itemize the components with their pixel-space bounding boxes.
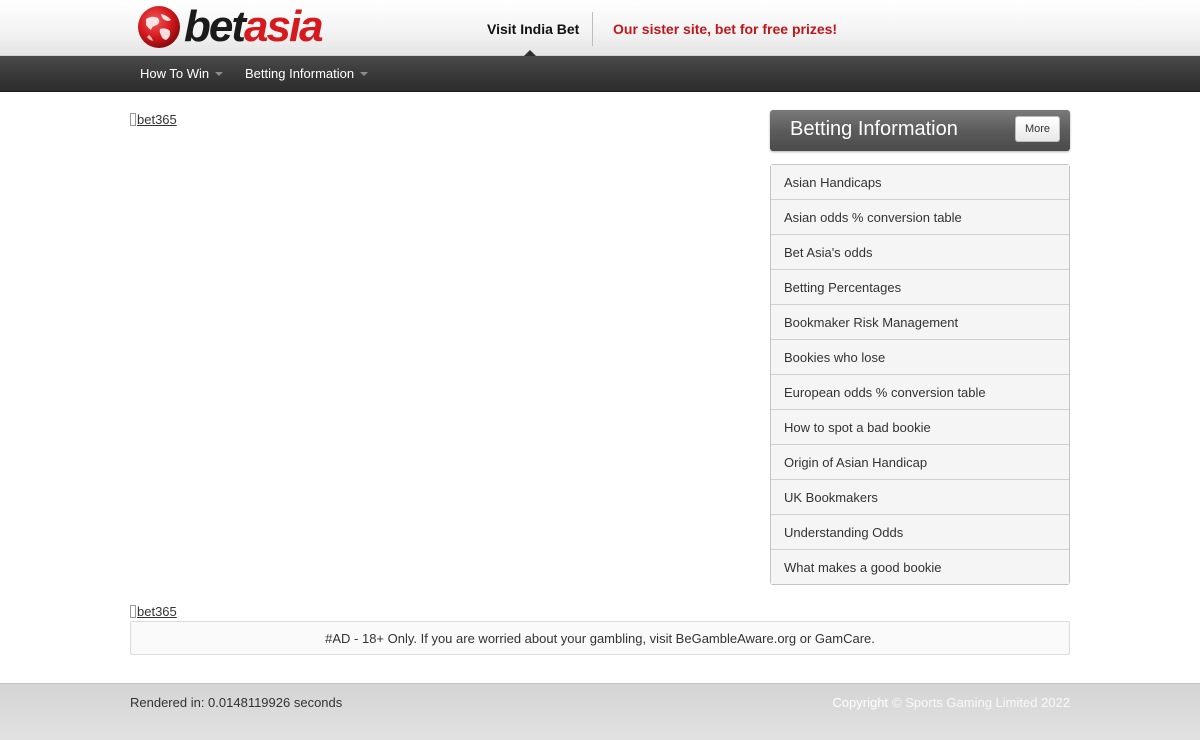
site-logo[interactable]: betasia — [137, 2, 324, 51]
site-header: betasia Visit India Bet Our sister site,… — [0, 0, 1200, 56]
ad-disclaimer-text: #AD - 18+ Only. If you are worried about… — [325, 630, 875, 646]
sidebar-item-uk-bookmakers[interactable]: UK Bookmakers — [771, 479, 1069, 514]
sidebar-item-understanding-odds[interactable]: Understanding Odds — [771, 514, 1069, 549]
nav-item-label: How To Win — [140, 66, 210, 81]
sidebar-item-asian-handicaps[interactable]: Asian Handicaps — [771, 165, 1069, 199]
sidebar-item-good-bookie[interactable]: What makes a good bookie — [771, 549, 1069, 584]
visit-india-bet-link[interactable]: Visit India Bet — [487, 21, 579, 37]
copyright-word: Copyright — [832, 695, 889, 710]
site-footer: Rendered in: 0.0148119926 seconds Copyri… — [0, 683, 1200, 740]
sidebar-list: Asian Handicaps Asian odds % conversion … — [770, 164, 1070, 585]
nav-item-betting-information[interactable]: Betting Information — [245, 66, 369, 81]
globe-logo-icon — [138, 6, 180, 48]
nav-item-how-to-win[interactable]: How To Win — [140, 66, 224, 81]
logo-asia: asia — [244, 2, 324, 51]
broken-image-icon — [130, 113, 136, 126]
sidebar-item-bookies-who-lose[interactable]: Bookies who lose — [771, 339, 1069, 374]
bet365-banner-top[interactable]: bet365 — [130, 112, 177, 127]
bet365-banner-bottom[interactable]: bet365 — [130, 604, 177, 619]
sidebar-item-betting-percentages[interactable]: Betting Percentages — [771, 269, 1069, 304]
more-button[interactable]: More — [1015, 116, 1060, 142]
copyright-holder: © Sports Gaming Limited 2022 — [892, 695, 1070, 710]
logo-wordmark: betasia — [184, 2, 324, 51]
broken-image-icon — [130, 605, 136, 618]
chevron-down-icon — [215, 71, 224, 76]
sidebar-item-bookmaker-risk[interactable]: Bookmaker Risk Management — [771, 304, 1069, 339]
banner-alt-text: bet365 — [137, 604, 177, 619]
chevron-down-icon — [360, 71, 369, 76]
sister-site-tagline[interactable]: Our sister site, bet for free prizes! — [613, 21, 837, 37]
banner-alt-text: bet365 — [137, 112, 177, 127]
responsible-gambling-notice: #AD - 18+ Only. If you are worried about… — [130, 621, 1070, 655]
sidebar-title: Betting Information — [790, 118, 958, 140]
sidebar-item-bet-asias-odds[interactable]: Bet Asia's odds — [771, 234, 1069, 269]
nav-item-label: Betting Information — [245, 66, 355, 81]
copyright-notice: Copyright © Sports Gaming Limited 2022 — [832, 695, 1070, 710]
sidebar-item-origin-asian-handicap[interactable]: Origin of Asian Handicap — [771, 444, 1069, 479]
logo-bet: bet — [184, 2, 246, 51]
sidebar-item-spot-bad-bookie[interactable]: How to spot a bad bookie — [771, 409, 1069, 444]
main-nav: How To Win Betting Information — [0, 56, 1200, 92]
sidebar-item-european-odds-conversion[interactable]: European odds % conversion table — [771, 374, 1069, 409]
sidebar-header: Betting Information More — [770, 110, 1070, 151]
header-divider — [592, 12, 593, 46]
render-time-text: Rendered in: 0.0148119926 seconds — [130, 695, 343, 710]
sidebar-item-asian-odds-conversion[interactable]: Asian odds % conversion table — [771, 199, 1069, 234]
